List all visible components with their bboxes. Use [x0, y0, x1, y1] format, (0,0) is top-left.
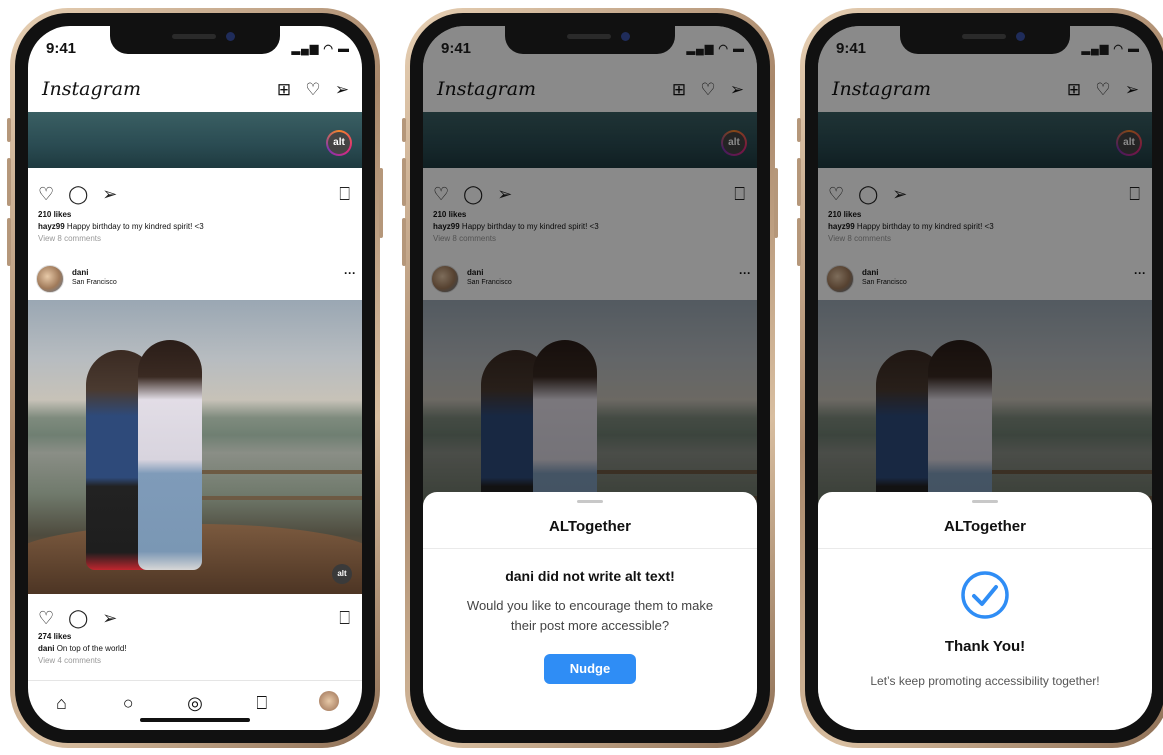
signal-wifi-battery-icon: ▂▄▆ ◠ ▬: [291, 43, 350, 55]
screen: 9:41 ▂▄▆ ◠ ▬ Instagram ⊞ ♡ ➢ alt ♡ ◯ ➢ ⎕…: [818, 26, 1152, 730]
checkmark-circle-icon: [961, 571, 1009, 619]
view-comments-link[interactable]: View 4 comments: [38, 656, 101, 665]
signal-wifi-battery-icon: ▂▄▆ ◠ ▬: [1081, 43, 1140, 55]
likes-count[interactable]: 274 likes: [38, 632, 71, 641]
alt-badge[interactable]: alt: [332, 564, 352, 584]
sheet-heading: Thank You!: [944, 638, 1026, 655]
post-caption: hayz99 Happy birthday to my kindred spir…: [38, 222, 204, 231]
heart-icon[interactable]: ♡: [303, 80, 323, 100]
thank-you-sheet: ALTogether Thank You! Let’s keep promoti…: [818, 492, 1152, 730]
share-icon[interactable]: ➢: [102, 608, 117, 629]
divider: [818, 548, 1152, 549]
search-icon[interactable]: ○: [116, 693, 140, 714]
sheet-heading: dani did not write alt text!: [505, 568, 675, 584]
caption-text: On top of the world!: [56, 644, 127, 653]
sheet-grabber[interactable]: [972, 500, 998, 503]
comment-icon[interactable]: ◯: [68, 184, 88, 205]
alt-badge[interactable]: alt: [326, 130, 352, 156]
more-options-icon[interactable]: ···: [344, 266, 356, 280]
caption-user[interactable]: dani: [38, 644, 54, 653]
home-indicator: [140, 718, 250, 722]
caption-text: Happy birthday to my kindred spirit! <3: [66, 222, 204, 231]
status-time: 9:41: [836, 40, 867, 57]
app-header: Instagram ⊞ ♡ ➢: [28, 72, 362, 112]
post-location[interactable]: San Francisco: [72, 279, 117, 286]
notch: [505, 26, 675, 54]
instagram-logo: Instagram: [42, 78, 142, 100]
share-icon[interactable]: ➢: [102, 184, 117, 205]
post-username[interactable]: dani: [72, 268, 88, 277]
likes-count[interactable]: 210 likes: [38, 210, 71, 219]
profile-avatar[interactable]: [317, 691, 341, 716]
nudge-sheet: ALTogether dani did not write alt text! …: [423, 492, 757, 730]
signal-wifi-battery-icon: ▂▄▆ ◠ ▬: [686, 43, 745, 55]
sheet-title: ALTogether: [944, 518, 1026, 535]
saved-icon[interactable]: ⎕: [250, 693, 274, 714]
sheet-grabber[interactable]: [577, 500, 603, 503]
sheet-body-text: Let’s keep promoting accessibility toget…: [870, 674, 1100, 688]
phone-thank-you-sheet: 9:41 ▂▄▆ ◠ ▬ Instagram ⊞ ♡ ➢ alt ♡ ◯ ➢ ⎕…: [797, 8, 1163, 748]
like-icon[interactable]: ♡: [38, 608, 54, 629]
post-header: dani San Francisco ···: [28, 262, 362, 302]
bookmark-icon[interactable]: ⎕: [339, 608, 350, 629]
screen: 9:41 ▂▄▆ ◠ ▬ Instagram ⊞ ♡ ➢ alt ♡ ◯ ➢ ⎕…: [28, 26, 362, 730]
camera-icon[interactable]: ◎: [183, 693, 207, 714]
phone-feed: 9:41 ▂▄▆ ◠ ▬ Instagram ⊞ ♡ ➢ alt ♡ ◯ ➢ ⎕…: [7, 8, 383, 748]
avatar[interactable]: [36, 265, 64, 293]
comment-icon[interactable]: ◯: [68, 608, 88, 629]
post-photo[interactable]: alt: [28, 300, 362, 594]
status-time: 9:41: [46, 40, 77, 57]
sheet-title: ALTogether: [549, 518, 631, 535]
post-actions: ♡ ◯ ➢ ⎕: [38, 606, 350, 630]
sheet-body-text: Would you like to encourage them to make…: [466, 598, 714, 633]
status-time: 9:41: [441, 40, 472, 57]
notch: [900, 26, 1070, 54]
view-comments-link[interactable]: View 8 comments: [38, 234, 101, 243]
post-photo-previous[interactable]: alt: [28, 112, 362, 168]
nudge-button[interactable]: Nudge: [544, 654, 636, 684]
post-actions: ♡ ◯ ➢ ⎕: [38, 182, 350, 206]
new-post-icon[interactable]: ⊞: [274, 80, 294, 100]
post-caption: dani On top of the world!: [38, 644, 127, 653]
home-icon[interactable]: ⌂: [49, 693, 73, 714]
like-icon[interactable]: ♡: [38, 184, 54, 205]
bookmark-icon[interactable]: ⎕: [339, 184, 350, 205]
screen: 9:41 ▂▄▆ ◠ ▬ Instagram ⊞ ♡ ➢ alt ♡ ◯ ➢ ⎕…: [423, 26, 757, 730]
divider: [423, 548, 757, 549]
direct-message-icon[interactable]: ➢: [332, 80, 352, 100]
caption-user[interactable]: hayz99: [38, 222, 65, 231]
phone-nudge-sheet: 9:41 ▂▄▆ ◠ ▬ Instagram ⊞ ♡ ➢ alt ♡ ◯ ➢ ⎕…: [402, 8, 778, 748]
notch: [110, 26, 280, 54]
